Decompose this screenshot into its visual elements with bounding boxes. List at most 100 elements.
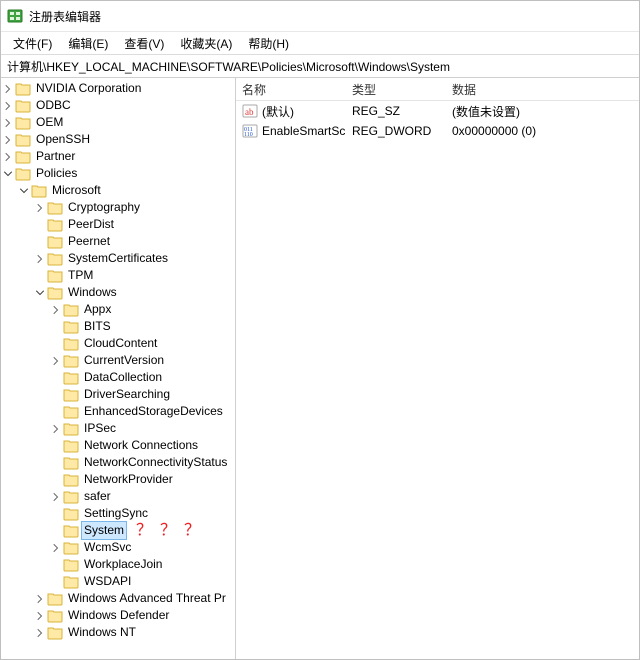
chevron-right-icon[interactable]: [33, 626, 47, 640]
tree-node[interactable]: System？？？: [1, 522, 235, 539]
col-header-name[interactable]: 名称: [236, 81, 346, 98]
folder-icon: [63, 353, 79, 369]
tree-node-label: Network Connections: [82, 437, 200, 454]
folder-icon: [47, 200, 63, 216]
tree-node-label: Partner: [34, 148, 77, 165]
tree-node[interactable]: WorkplaceJoin: [1, 556, 235, 573]
chevron-right-icon[interactable]: [49, 422, 63, 436]
chevron-right-icon[interactable]: [1, 133, 15, 147]
tree-node[interactable]: SystemCertificates: [1, 250, 235, 267]
tree-node[interactable]: Windows Defender: [1, 607, 235, 624]
tree-node-label: SettingSync: [82, 505, 150, 522]
value-type: REG_DWORD: [346, 124, 446, 138]
tree-node[interactable]: CurrentVersion: [1, 352, 235, 369]
folder-icon: [63, 489, 79, 505]
chevron-down-icon[interactable]: [17, 184, 31, 198]
address-bar[interactable]: 计算机\HKEY_LOCAL_MACHINE\SOFTWARE\Policies…: [1, 55, 639, 78]
chevron-right-icon[interactable]: [33, 592, 47, 606]
folder-icon: [63, 523, 79, 539]
tree-node-label: DriverSearching: [82, 386, 172, 403]
tree-node-label: safer: [82, 488, 113, 505]
chevron-down-icon[interactable]: [33, 286, 47, 300]
tree-node[interactable]: NetworkProvider: [1, 471, 235, 488]
value-row[interactable]: (默认)REG_SZ(数值未设置): [236, 101, 639, 121]
tree-node-label: WorkplaceJoin: [82, 556, 164, 573]
menu-view[interactable]: 查看(V): [116, 33, 172, 54]
tree-node[interactable]: PeerDist: [1, 216, 235, 233]
col-header-type[interactable]: 类型: [346, 81, 446, 98]
folder-icon: [63, 421, 79, 437]
tree-node[interactable]: OEM: [1, 114, 235, 131]
tree-node[interactable]: WcmSvc: [1, 539, 235, 556]
annotation-marks: ？？？: [126, 522, 208, 539]
folder-icon: [63, 557, 79, 573]
folder-icon: [63, 540, 79, 556]
tree-pane: NVIDIA CorporationODBCOEMOpenSSHPartnerP…: [1, 78, 236, 659]
tree-node[interactable]: Appx: [1, 301, 235, 318]
folder-icon: [47, 625, 63, 641]
chevron-right-icon[interactable]: [49, 541, 63, 555]
tree-node[interactable]: Windows Advanced Threat Pr: [1, 590, 235, 607]
tree-node[interactable]: NVIDIA Corporation: [1, 80, 235, 97]
tree-node-label: IPSec: [82, 420, 118, 437]
tree-node[interactable]: Microsoft: [1, 182, 235, 199]
value-row[interactable]: EnableSmartSc...REG_DWORD0x00000000 (0): [236, 121, 639, 141]
tree-node[interactable]: WSDAPI: [1, 573, 235, 590]
values-list: (默认)REG_SZ(数值未设置)EnableSmartSc...REG_DWO…: [236, 101, 639, 659]
value-name: (默认): [262, 103, 294, 120]
chevron-right-icon[interactable]: [49, 354, 63, 368]
tree-node[interactable]: SettingSync: [1, 505, 235, 522]
chevron-right-icon[interactable]: [1, 116, 15, 130]
chevron-right-icon[interactable]: [1, 99, 15, 113]
tree-node[interactable]: Peernet: [1, 233, 235, 250]
tree-node-label: CloudContent: [82, 335, 159, 352]
tree-node[interactable]: NetworkConnectivityStatus: [1, 454, 235, 471]
menu-edit[interactable]: 编辑(E): [60, 33, 116, 54]
tree-node[interactable]: TPM: [1, 267, 235, 284]
tree-node[interactable]: Cryptography: [1, 199, 235, 216]
tree-node[interactable]: safer: [1, 488, 235, 505]
registry-editor-window: 注册表编辑器 文件(F) 编辑(E) 查看(V) 收藏夹(A) 帮助(H) 计算…: [0, 0, 640, 660]
tree-node[interactable]: DataCollection: [1, 369, 235, 386]
tree-node-label: System: [82, 522, 126, 539]
tree-node-label: SystemCertificates: [66, 250, 170, 267]
value-name: EnableSmartSc...: [262, 124, 346, 138]
app-icon: [7, 8, 23, 24]
tree-node[interactable]: DriverSearching: [1, 386, 235, 403]
tree-node[interactable]: Windows: [1, 284, 235, 301]
chevron-right-icon[interactable]: [33, 252, 47, 266]
tree-node[interactable]: Windows NT: [1, 624, 235, 641]
tree-node[interactable]: IPSec: [1, 420, 235, 437]
tree-node[interactable]: Network Connections: [1, 437, 235, 454]
folder-icon: [15, 166, 31, 182]
tree-node[interactable]: Policies: [1, 165, 235, 182]
tree-node-label: Cryptography: [66, 199, 142, 216]
main-body: NVIDIA CorporationODBCOEMOpenSSHPartnerP…: [1, 78, 639, 659]
menu-help[interactable]: 帮助(H): [240, 33, 297, 54]
tree-scroll[interactable]: NVIDIA CorporationODBCOEMOpenSSHPartnerP…: [1, 78, 235, 659]
chevron-right-icon[interactable]: [1, 82, 15, 96]
tree-node[interactable]: ODBC: [1, 97, 235, 114]
tree-node[interactable]: CloudContent: [1, 335, 235, 352]
list-header[interactable]: 名称 类型 数据: [236, 78, 639, 101]
tree-node-label: NetworkConnectivityStatus: [82, 454, 229, 471]
folder-icon: [63, 370, 79, 386]
menu-favorites[interactable]: 收藏夹(A): [172, 33, 240, 54]
titlebar[interactable]: 注册表编辑器: [1, 1, 639, 32]
tree-node[interactable]: BITS: [1, 318, 235, 335]
chevron-right-icon[interactable]: [33, 201, 47, 215]
tree-node[interactable]: EnhancedStorageDevices: [1, 403, 235, 420]
chevron-right-icon[interactable]: [33, 609, 47, 623]
tree-node-label: PeerDist: [66, 216, 116, 233]
chevron-right-icon[interactable]: [1, 150, 15, 164]
chevron-right-icon[interactable]: [49, 490, 63, 504]
menu-file[interactable]: 文件(F): [5, 33, 60, 54]
chevron-right-icon[interactable]: [49, 303, 63, 317]
chevron-down-icon[interactable]: [1, 167, 15, 181]
folder-icon: [63, 302, 79, 318]
col-header-data[interactable]: 数据: [446, 81, 639, 98]
tree-node[interactable]: OpenSSH: [1, 131, 235, 148]
folder-icon: [47, 285, 63, 301]
tree-node-label: Appx: [82, 301, 113, 318]
tree-node[interactable]: Partner: [1, 148, 235, 165]
